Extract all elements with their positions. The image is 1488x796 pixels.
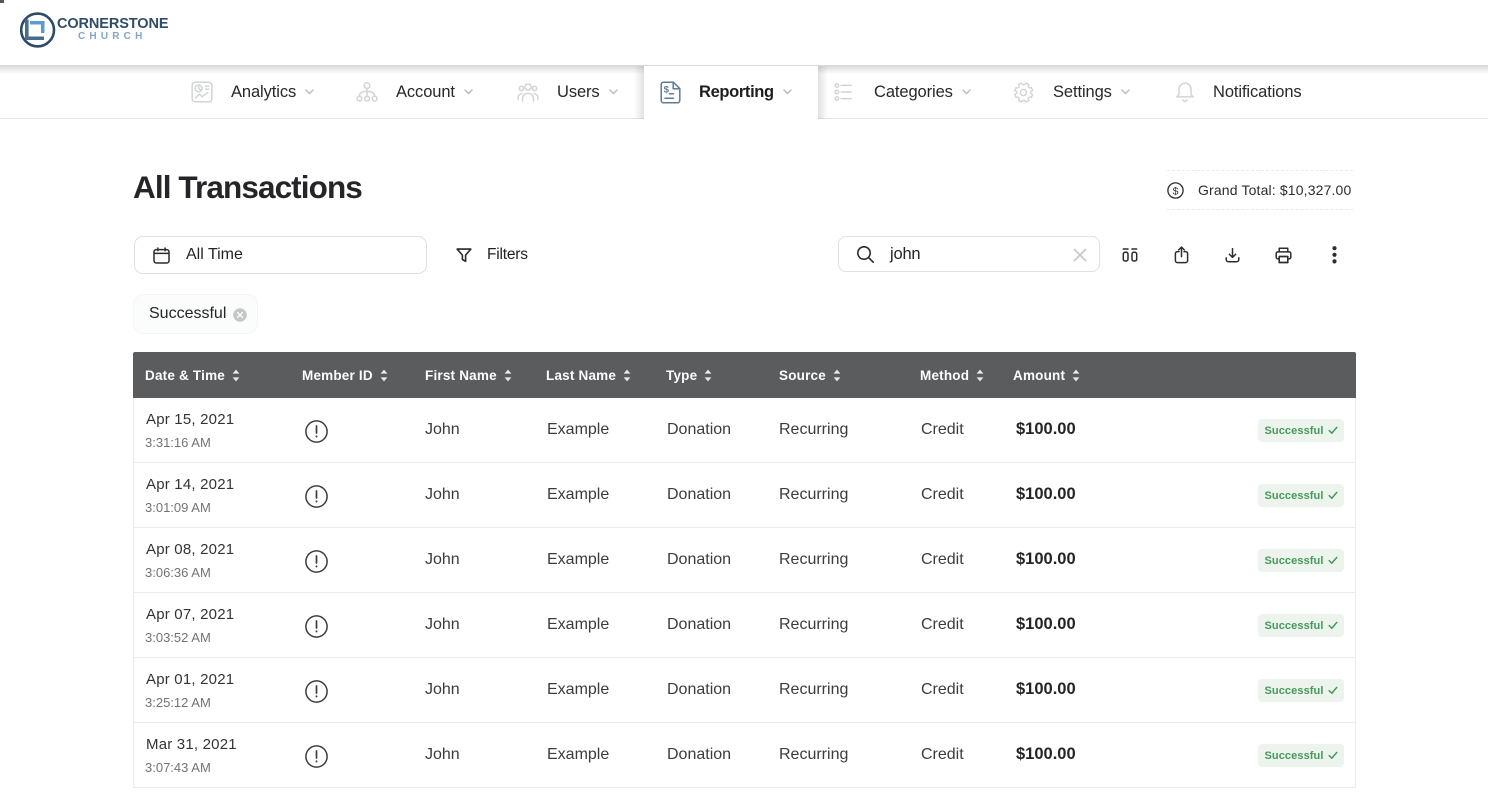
svg-text:$: $ [1173,185,1179,197]
svg-text:$: $ [664,84,670,95]
